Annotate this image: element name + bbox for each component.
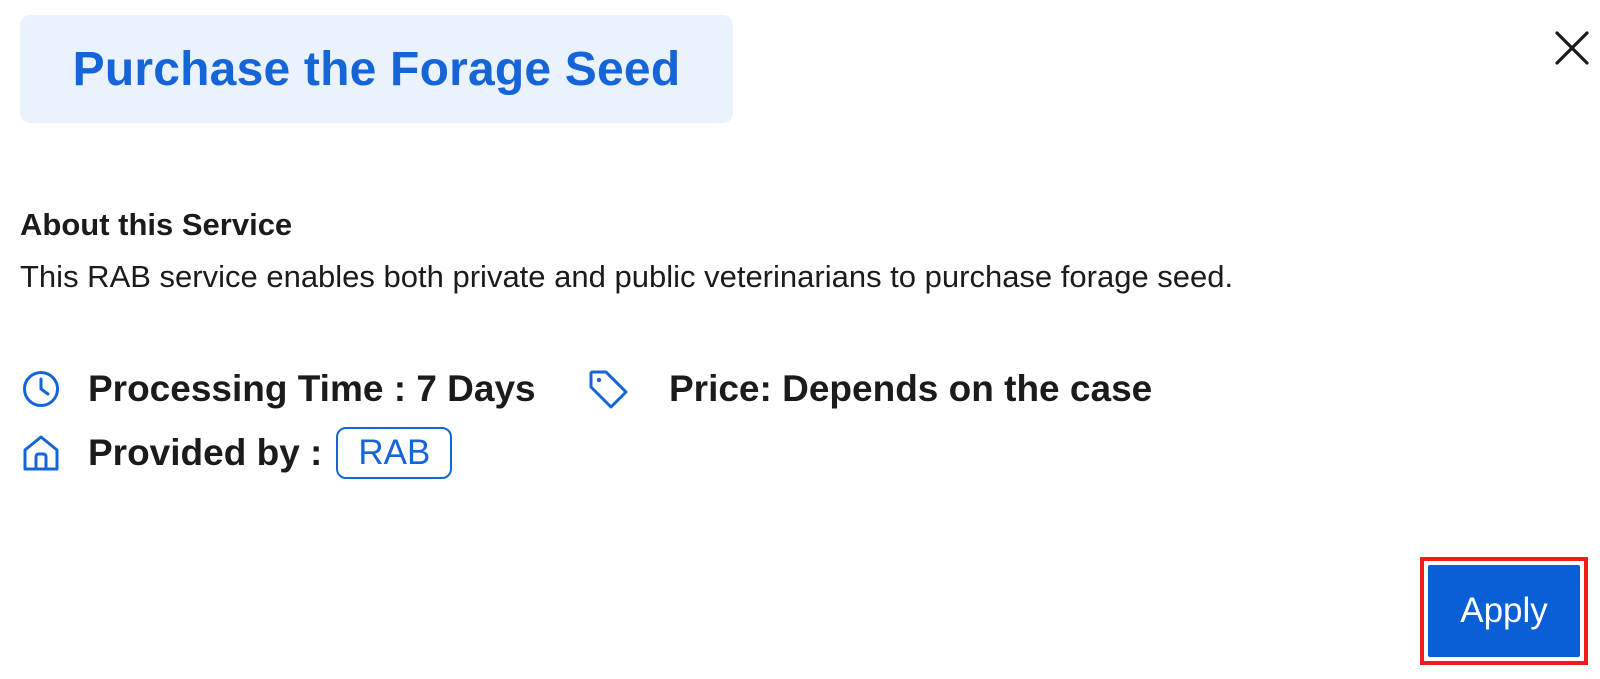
price-row: Price: Depends on the case	[587, 368, 1152, 410]
close-button[interactable]	[1550, 26, 1594, 70]
provider-badge[interactable]: RAB	[336, 427, 453, 479]
apply-button[interactable]: Apply	[1428, 565, 1580, 657]
apply-button-highlight: Apply	[1420, 557, 1588, 665]
service-dialog: Purchase the Forage Seed About this Serv…	[0, 0, 1600, 679]
provided-by-row: Provided by : RAB	[20, 427, 453, 479]
price-text: Price: Depends on the case	[669, 368, 1153, 409]
processing-time-text: Processing Time : 7 Days	[88, 368, 536, 409]
title-banner: Purchase the Forage Seed	[20, 15, 733, 123]
processing-time-row: Processing Time : 7 Days	[20, 368, 536, 410]
tag-icon	[587, 368, 629, 410]
close-icon	[1555, 31, 1589, 65]
about-heading: About this Service	[20, 207, 293, 242]
provided-by-label: Provided by :	[88, 432, 323, 473]
dialog-title: Purchase the Forage Seed	[72, 42, 681, 96]
about-description: This RAB service enables both private an…	[20, 259, 1234, 294]
home-icon	[20, 432, 62, 474]
clock-icon	[20, 368, 62, 410]
